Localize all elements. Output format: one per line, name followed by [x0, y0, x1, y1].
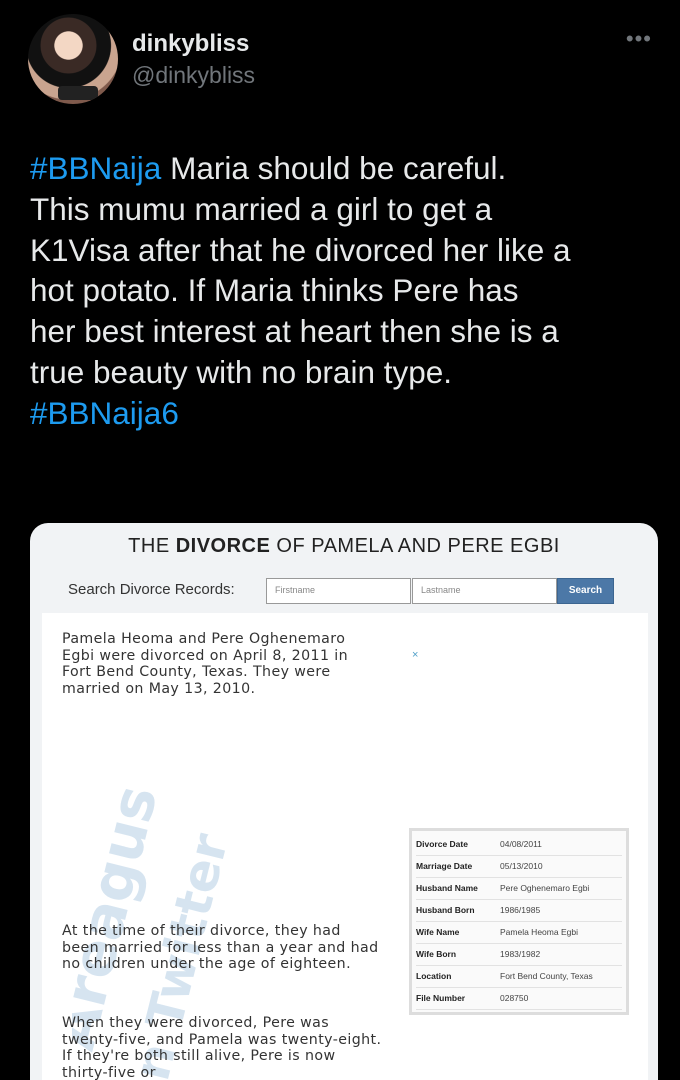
tweet-text-segment: K1Visa after that he divorced her like a: [30, 231, 571, 268]
record-label: Location: [416, 965, 500, 988]
record-value: 05/13/2010: [500, 855, 622, 878]
record-label: Marriage Date: [416, 855, 500, 878]
hashtag-link[interactable]: #BBNaija: [30, 150, 161, 186]
record-label: Divorce Date: [416, 833, 500, 856]
table-row: File Number 028750: [416, 987, 622, 1010]
lastname-input[interactable]: Lastname: [412, 578, 557, 604]
record-value: 04/08/2011: [500, 833, 622, 856]
camera-icon: [58, 86, 98, 100]
display-name[interactable]: dinkybliss: [132, 30, 249, 58]
table-row: Husband Born 1986/1985: [416, 899, 622, 922]
tweet-line: #BBNaija6: [30, 393, 660, 434]
hashtag-link[interactable]: #BBNaija6: [30, 395, 179, 431]
search-button[interactable]: Search: [557, 578, 614, 604]
tweet-line: This mumu married a girl to get a: [30, 189, 660, 230]
tweet-text-segment: Maria should be careful.: [161, 150, 507, 186]
age-details: When they were divorced, Pere was twenty…: [62, 1015, 382, 1080]
tweet-text: #BBNaija Maria should be careful. This mu…: [30, 148, 660, 434]
record-value: Pere Oghenemaro Egbi: [500, 877, 622, 900]
record-value: 028750: [500, 987, 622, 1010]
tweet-line: true beauty with no brain type.: [30, 352, 660, 393]
divorce-summary: Pamela Heoma and Pere Oghenemaro Egbi we…: [62, 631, 349, 697]
title-pre: THE: [128, 535, 176, 557]
divorce-records-table: Divorce Date 04/08/2011 Marriage Date 05/13…: [409, 828, 629, 1015]
tweet-text-segment: hot potato. If Maria thinks Pere has: [30, 272, 519, 309]
record-label: Wife Born: [416, 943, 500, 966]
record-content: Pamela Heoma and Pere Oghenemaro Egbi we…: [42, 613, 648, 1080]
record-label: File Number: [416, 987, 500, 1010]
table-row: Location Fort Bend County, Texas: [416, 965, 622, 988]
title-bold: DIVORCE: [175, 535, 271, 557]
record-label: Wife Name: [416, 921, 500, 944]
table-row: Husband Name Pere Oghenemaro Egbi: [416, 877, 622, 900]
table-row: Wife Born 1983/1982: [416, 943, 622, 966]
table-row: Wife Name Pamela Heoma Egbi: [416, 921, 622, 944]
tweet-text-segment: This mumu married a girl to get a: [30, 190, 493, 227]
avatar[interactable]: [28, 14, 118, 104]
tweet-line: K1Visa after that he divorced her like a: [30, 230, 660, 271]
tweet-media-image[interactable]: THE DIVORCE OF PAMELA AND PERE EGBI Sear…: [30, 523, 658, 1080]
table-row: Divorce Date 04/08/2011: [416, 833, 622, 856]
table-row: Marriage Date 05/13/2010: [416, 855, 622, 878]
record-label: Husband Born: [416, 899, 500, 922]
record-label: Husband Name: [416, 877, 500, 900]
close-icon[interactable]: ×: [412, 649, 418, 661]
search-label: Search Divorce Records:: [68, 581, 235, 598]
record-value: Pamela Heoma Egbi: [500, 921, 622, 944]
record-value: 1983/1982: [500, 943, 622, 966]
firstname-input[interactable]: Firstname: [266, 578, 411, 604]
more-options-icon[interactable]: •••: [626, 26, 652, 52]
tweet-line: #BBNaija Maria should be careful.: [30, 148, 660, 189]
page-title: THE DIVORCE OF PAMELA AND PERE EGBI: [30, 535, 658, 558]
tweet-line: her best interest at heart then she is a: [30, 311, 660, 352]
tweet-text-segment: her best interest at heart then she is a: [30, 313, 559, 350]
record-value: 1986/1985: [500, 899, 622, 922]
marriage-details: At the time of their divorce, they had b…: [62, 923, 379, 972]
title-post: OF PAMELA AND PERE EGBI: [270, 535, 560, 557]
tweet-text-segment: true beauty with no brain type.: [30, 353, 453, 390]
record-value: Fort Bend County, Texas: [500, 965, 622, 988]
user-handle[interactable]: @dinkybliss: [132, 62, 255, 89]
tweet-line: hot potato. If Maria thinks Pere has: [30, 270, 660, 311]
